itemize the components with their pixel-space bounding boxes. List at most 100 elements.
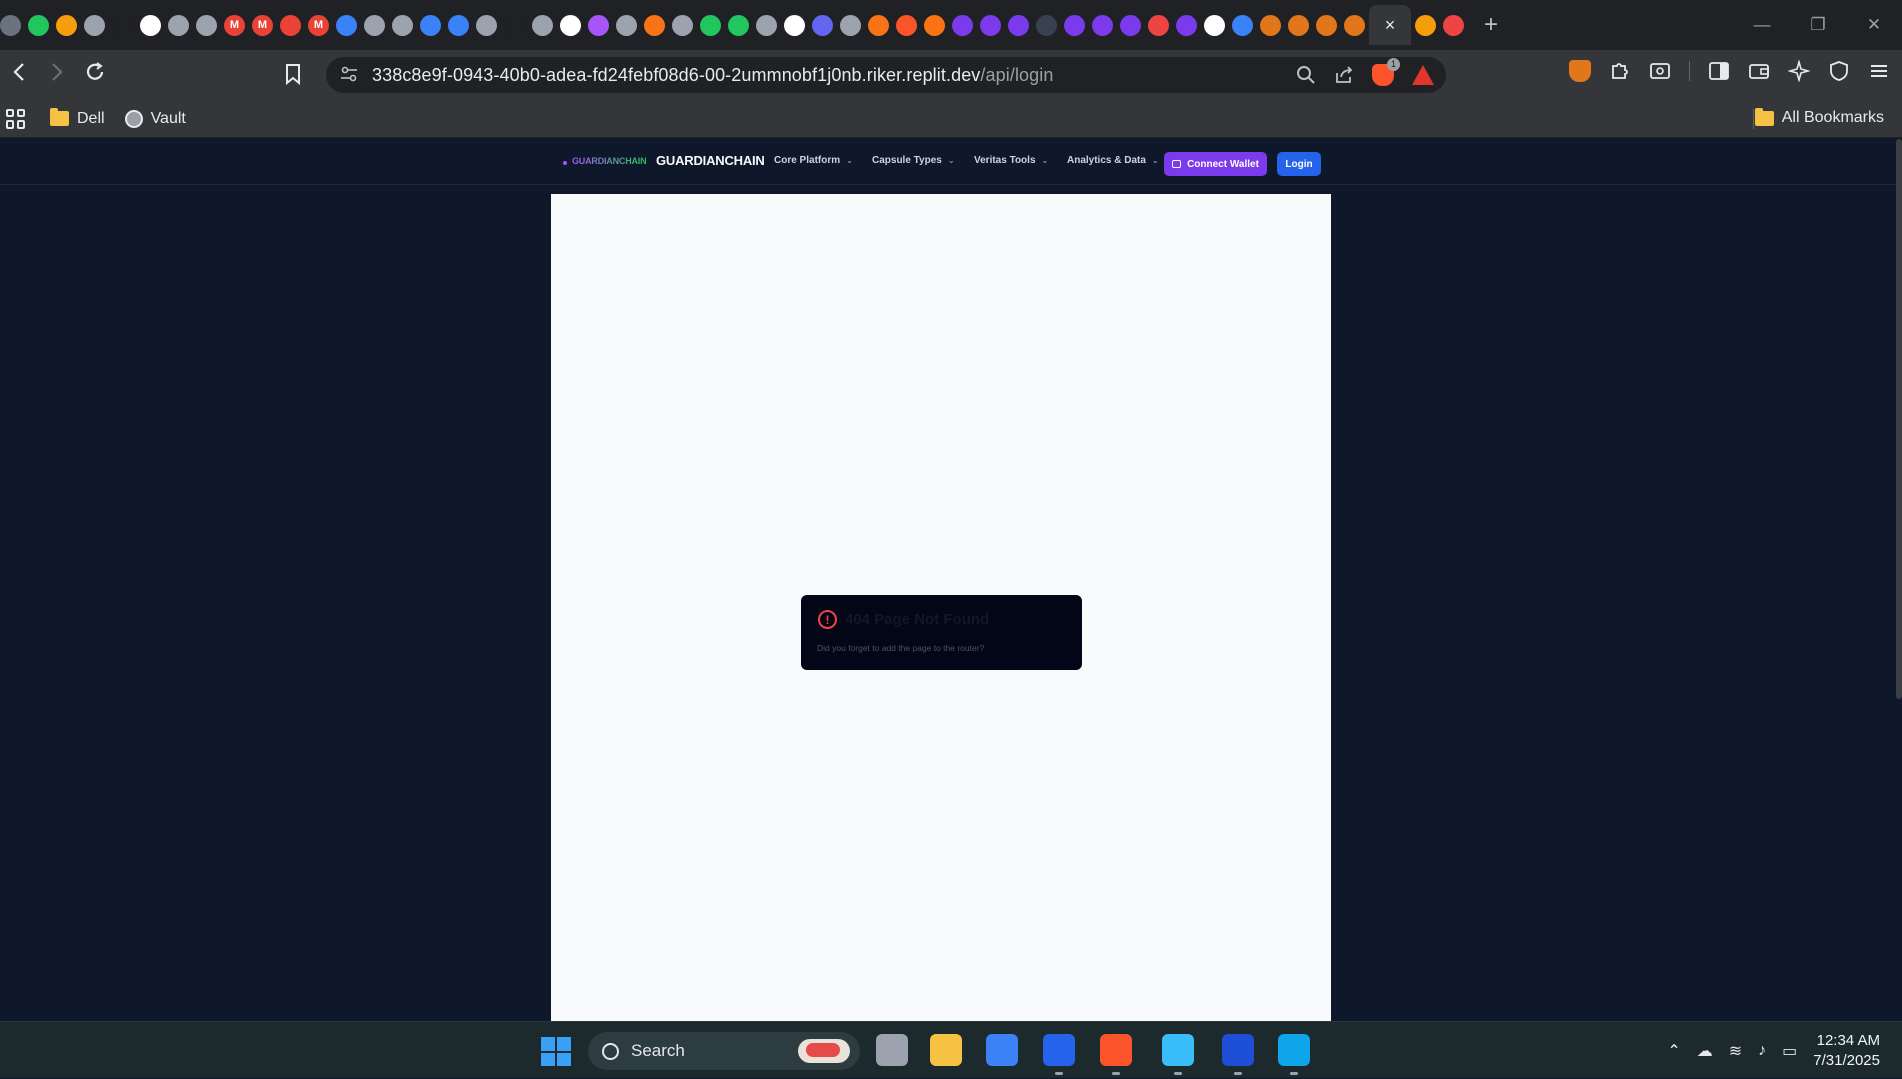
bookmark-dell[interactable]: Dell xyxy=(50,108,105,128)
tab-favicon-icon[interactable] xyxy=(1232,14,1253,36)
tab-favicon-icon[interactable] xyxy=(700,14,721,36)
reload-button[interactable] xyxy=(76,61,114,89)
tab-favicon-icon[interactable] xyxy=(728,14,749,36)
vpn-shield-icon[interactable] xyxy=(1828,60,1850,82)
tab-favicon-icon[interactable] xyxy=(924,14,945,36)
tab-favicon-icon[interactable] xyxy=(952,14,973,36)
all-bookmarks-button[interactable]: All Bookmarks xyxy=(1754,107,1884,127)
tab-favicon-icon[interactable] xyxy=(1092,14,1113,36)
menu-veritas-tools[interactable]: Veritas Tools ⌄ xyxy=(974,155,1048,166)
brand-logo-small[interactable]: GUARDIANCHAIN xyxy=(572,156,647,166)
tab-favicon-icon[interactable] xyxy=(448,14,469,36)
connect-wallet-button[interactable]: Connect Wallet xyxy=(1164,152,1267,176)
tab-favicon-icon[interactable] xyxy=(560,14,581,36)
tab-favicon-icon[interactable] xyxy=(756,14,777,36)
brave-shields-icon[interactable]: 1 xyxy=(1372,58,1400,86)
zoom-icon[interactable] xyxy=(1296,65,1316,85)
bookmark-vault[interactable]: Vault xyxy=(124,109,186,128)
tab-favicon-icon[interactable] xyxy=(1064,14,1085,36)
active-tab[interactable]: × xyxy=(1369,5,1411,45)
apps-grid-icon[interactable] xyxy=(6,108,26,129)
site-info-icon[interactable] xyxy=(340,66,362,85)
tab-favicon-icon[interactable] xyxy=(840,14,861,36)
tab-favicon-icon[interactable] xyxy=(364,14,385,36)
forward-button[interactable] xyxy=(38,62,76,88)
file-explorer-icon[interactable] xyxy=(930,1034,962,1066)
tab-favicon-icon[interactable] xyxy=(644,14,665,36)
tab-favicon-icon[interactable] xyxy=(56,14,77,36)
tab-favicon-icon[interactable] xyxy=(1120,14,1141,36)
close-tab-icon[interactable]: × xyxy=(1385,15,1396,36)
close-window-button[interactable]: ✕ xyxy=(1846,15,1902,35)
word-icon[interactable] xyxy=(1222,1034,1254,1066)
volume-icon[interactable]: ♪ xyxy=(1758,1042,1766,1060)
minimize-button[interactable]: — xyxy=(1734,15,1790,35)
metamask-extension-icon[interactable] xyxy=(1569,60,1591,82)
tab-favicon-icon[interactable] xyxy=(784,14,805,36)
brave-browser-icon[interactable] xyxy=(1100,1034,1132,1066)
tab-favicon-icon[interactable]: M xyxy=(308,14,329,36)
menu-analytics-data[interactable]: Analytics & Data ⌄ xyxy=(1067,155,1159,166)
tab-favicon-icon[interactable] xyxy=(336,14,357,36)
wallet-icon[interactable] xyxy=(1748,60,1770,82)
page-scrollbar[interactable] xyxy=(1896,139,1902,699)
tab-favicon-icon[interactable] xyxy=(140,14,161,36)
login-button[interactable]: Login xyxy=(1277,152,1321,176)
tab-favicon-icon[interactable] xyxy=(1176,14,1197,36)
tab-favicon-icon[interactable] xyxy=(112,14,133,36)
onedrive-cloud-icon[interactable]: ☁ xyxy=(1697,1041,1713,1061)
tab-favicon-icon[interactable] xyxy=(0,14,21,36)
wifi-icon[interactable]: ≋ xyxy=(1729,1041,1742,1061)
tab-favicon-icon[interactable] xyxy=(476,14,497,36)
brand-logo[interactable]: GUARDIANCHAIN xyxy=(656,153,765,168)
bookmark-page-button[interactable] xyxy=(285,63,301,91)
tab-favicon-icon[interactable] xyxy=(1316,14,1337,36)
task-view-icon[interactable] xyxy=(876,1034,908,1066)
tab-favicon-icon[interactable] xyxy=(280,14,301,36)
tab-favicon-icon[interactable] xyxy=(1036,14,1057,36)
restore-button[interactable]: ❐ xyxy=(1790,15,1846,35)
notepad-icon[interactable] xyxy=(1162,1034,1194,1066)
taskbar-clock[interactable]: 12:34 AM 7/31/2025 xyxy=(1813,1031,1880,1071)
tab-favicon-icon[interactable] xyxy=(672,14,693,36)
start-button[interactable] xyxy=(541,1037,571,1066)
tab-favicon-icon[interactable] xyxy=(980,14,1001,36)
tab-favicon-icon[interactable] xyxy=(532,14,553,36)
tab-favicon-icon[interactable] xyxy=(1344,14,1365,36)
tab-favicon-icon[interactable] xyxy=(84,14,105,36)
tab-favicon-icon[interactable] xyxy=(1008,14,1029,36)
tab-favicon-icon[interactable] xyxy=(168,14,189,36)
tab-favicon-icon[interactable] xyxy=(504,14,525,36)
tab-favicon-icon[interactable] xyxy=(1148,14,1169,36)
new-tab-button[interactable]: + xyxy=(1484,11,1498,39)
leo-ai-icon[interactable] xyxy=(1788,60,1810,82)
url-text[interactable]: 338c8e9f-0943-40b0-adea-fd24febf08d6-00-… xyxy=(372,65,1053,86)
photos-app-icon[interactable] xyxy=(1043,1034,1075,1066)
extensions-puzzle-icon[interactable] xyxy=(1609,60,1631,82)
microsoft-store-icon[interactable] xyxy=(986,1034,1018,1066)
tab-favicon-icon[interactable] xyxy=(868,14,889,36)
tab-favicon-icon[interactable] xyxy=(1415,14,1436,36)
battery-icon[interactable]: ▭ xyxy=(1782,1041,1797,1061)
tab-favicon-icon[interactable] xyxy=(616,14,637,36)
tab-favicon-icon[interactable]: M xyxy=(224,14,245,36)
tab-favicon-icon[interactable] xyxy=(28,14,49,36)
chevron-up-icon[interactable]: ⌃ xyxy=(1667,1041,1680,1061)
taskbar-search[interactable]: Search xyxy=(588,1032,860,1070)
menu-core-platform[interactable]: Core Platform ⌄ xyxy=(774,155,853,166)
back-button[interactable] xyxy=(0,62,38,88)
tab-favicon-icon[interactable] xyxy=(1204,14,1225,36)
tab-favicon-icon[interactable] xyxy=(896,14,917,36)
address-bar[interactable]: 338c8e9f-0943-40b0-adea-fd24febf08d6-00-… xyxy=(326,57,1446,93)
tab-search-icon[interactable] xyxy=(1649,60,1671,82)
tab-favicon-icon[interactable] xyxy=(812,14,833,36)
tab-favicon-icon[interactable]: M xyxy=(252,14,273,36)
sidebar-icon[interactable] xyxy=(1708,60,1730,82)
tab-favicon-icon[interactable] xyxy=(1260,14,1281,36)
tab-favicon-icon[interactable] xyxy=(1443,14,1464,36)
brave-rewards-icon[interactable] xyxy=(1412,65,1434,85)
tab-favicon-icon[interactable] xyxy=(196,14,217,36)
menu-hamburger-icon[interactable] xyxy=(1868,60,1890,82)
tab-favicon-icon[interactable] xyxy=(420,14,441,36)
tab-favicon-icon[interactable] xyxy=(588,14,609,36)
